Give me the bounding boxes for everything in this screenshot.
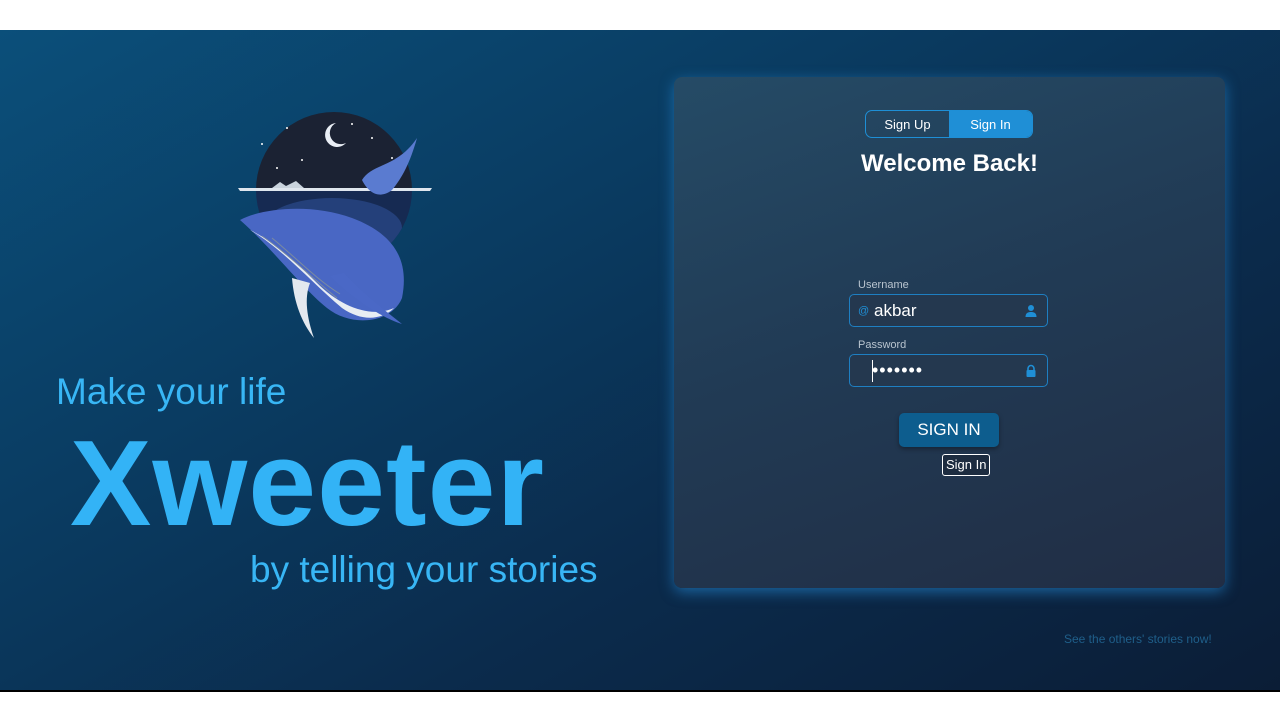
lock-icon bbox=[1026, 364, 1036, 377]
password-field[interactable] bbox=[849, 354, 1048, 387]
see-others-stories-link[interactable]: See the others' stories now! bbox=[1064, 632, 1212, 646]
bottom-divider bbox=[0, 690, 1280, 692]
text-caret bbox=[872, 359, 873, 382]
main-stage: Make your life Xweeter by telling your s… bbox=[0, 30, 1280, 690]
tagline-bottom: by telling your stories bbox=[250, 549, 598, 590]
tab-sign-in[interactable]: Sign In bbox=[949, 111, 1032, 137]
password-label: Password bbox=[858, 339, 907, 351]
tagline-top: Make your life bbox=[56, 371, 287, 412]
at-prefix-icon: @ bbox=[858, 304, 870, 317]
whale-moon-logo-icon bbox=[238, 112, 432, 338]
password-input[interactable] bbox=[868, 360, 1022, 381]
auth-card: Sign Up Sign In Welcome Back! Username @… bbox=[674, 77, 1225, 588]
username-label: Username bbox=[858, 279, 909, 291]
sign-in-tooltip: Sign In bbox=[942, 454, 991, 476]
brand-title: Xweeter bbox=[70, 415, 545, 551]
sign-in-button[interactable]: SIGN IN bbox=[899, 413, 999, 447]
username-field[interactable]: @ bbox=[849, 294, 1048, 327]
user-icon bbox=[1025, 305, 1037, 317]
auth-mode-toggle: Sign Up Sign In bbox=[865, 110, 1033, 138]
welcome-heading: Welcome Back! bbox=[861, 150, 1038, 177]
username-input[interactable] bbox=[868, 300, 1024, 321]
tab-sign-up[interactable]: Sign Up bbox=[866, 111, 949, 137]
